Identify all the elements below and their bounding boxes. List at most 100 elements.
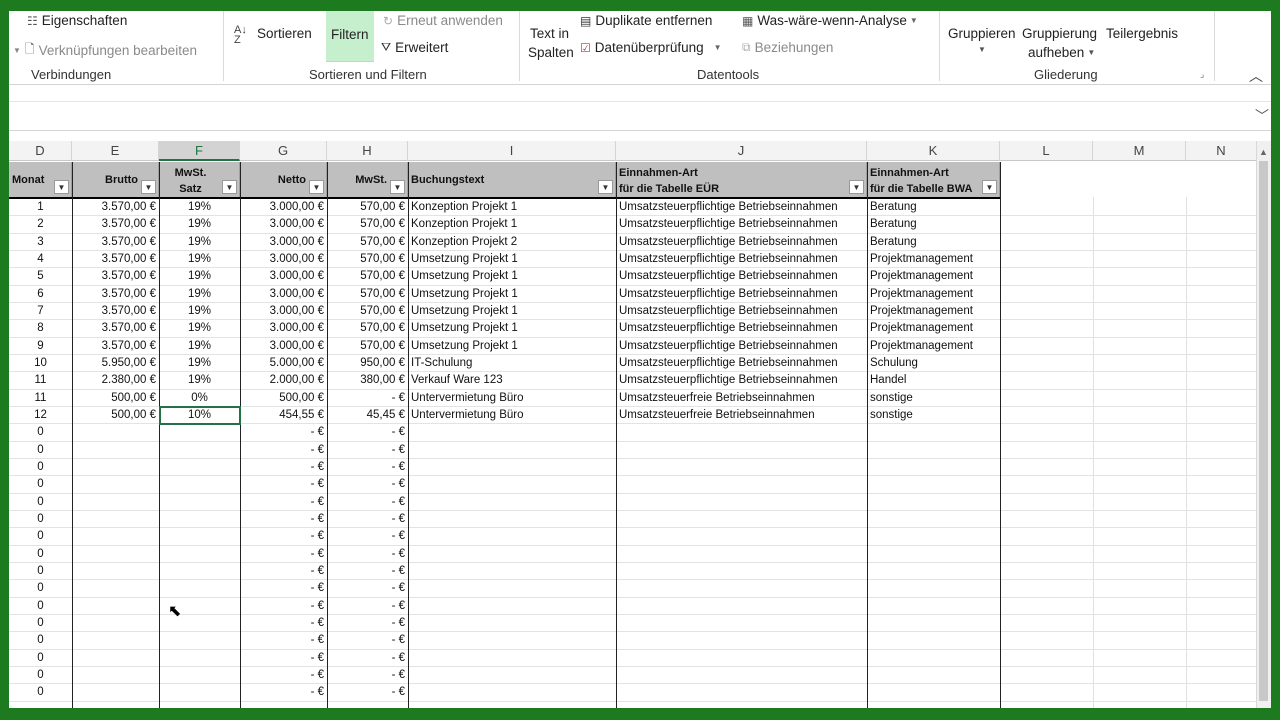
cell-text[interactable] — [408, 442, 616, 459]
cell-empty[interactable] — [1093, 303, 1186, 321]
cell-netto[interactable]: - € — [240, 476, 327, 494]
cell-euer[interactable] — [616, 546, 867, 563]
eigenschaften-button[interactable]: ☷ Eigenschaften — [27, 13, 127, 28]
cell-empty[interactable] — [1000, 494, 1093, 511]
cell-monat[interactable]: 8 — [9, 320, 72, 338]
cell-text[interactable]: Konzeption Projekt 1 — [408, 199, 616, 217]
cell-empty[interactable] — [1186, 667, 1257, 685]
cell-bwa[interactable] — [867, 632, 1000, 650]
cell-empty[interactable] — [1000, 372, 1093, 390]
cell-empty[interactable] — [1186, 407, 1257, 425]
cell-satz[interactable] — [159, 494, 240, 511]
cell-monat[interactable]: 0 — [9, 494, 72, 511]
column-header-h[interactable]: H — [327, 141, 408, 161]
cell-mwst[interactable]: 570,00 € — [327, 234, 408, 251]
cell-mwst[interactable]: 570,00 € — [327, 199, 408, 217]
cell-mwst[interactable]: - € — [327, 511, 408, 529]
cell-empty[interactable] — [1186, 546, 1257, 563]
cell-empty[interactable] — [1000, 563, 1093, 581]
cell-euer[interactable] — [616, 476, 867, 494]
cell-empty[interactable] — [1186, 442, 1257, 459]
cell-empty[interactable] — [1000, 320, 1093, 338]
cell-monat[interactable]: 1 — [9, 199, 72, 217]
cell-empty[interactable] — [1000, 511, 1093, 529]
cell-text[interactable] — [408, 424, 616, 442]
cell-euer[interactable]: Umsatzsteuerpflichtige Betriebseinnahmen — [616, 338, 867, 355]
cell-euer[interactable] — [616, 442, 867, 459]
cell-empty[interactable] — [1186, 632, 1257, 650]
cell-euer[interactable]: Umsatzsteuerfreie Betriebseinnahmen — [616, 390, 867, 407]
cell-mwst[interactable]: 570,00 € — [327, 303, 408, 321]
cell-empty[interactable] — [1093, 251, 1186, 269]
cell-bwa[interactable]: Projektmanagement — [867, 303, 1000, 321]
sort-az-button[interactable]: A↓ Z — [234, 25, 248, 46]
cell-text[interactable] — [408, 650, 616, 667]
cell-bwa[interactable] — [867, 424, 1000, 442]
cell-empty[interactable] — [1000, 476, 1093, 494]
cell-brutto[interactable] — [72, 546, 159, 563]
column-header-i[interactable]: I — [408, 141, 616, 161]
cell-satz[interactable] — [159, 580, 240, 598]
cell-satz[interactable] — [159, 442, 240, 459]
cell-monat[interactable]: 10 — [9, 355, 72, 373]
gruppieren-button[interactable]: Gruppieren — [948, 26, 1016, 41]
cell-monat[interactable]: 2 — [9, 216, 72, 234]
cell-bwa[interactable] — [867, 650, 1000, 667]
cell-empty[interactable] — [1186, 199, 1257, 217]
cell-text[interactable]: Umsetzung Projekt 1 — [408, 251, 616, 269]
cell-mwst[interactable]: 950,00 € — [327, 355, 408, 373]
cell-satz[interactable]: 19% — [159, 338, 240, 355]
filter-dropdown-icon[interactable]: ▼ — [598, 180, 613, 194]
cell-text[interactable]: IT-Schulung — [408, 355, 616, 373]
cell-netto[interactable]: - € — [240, 494, 327, 511]
cell-brutto[interactable]: 5.950,00 € — [72, 355, 159, 373]
gruppierung-aufheben-label-line2[interactable]: aufheben ▼ — [1028, 45, 1095, 60]
cell-text[interactable] — [408, 598, 616, 615]
cell-bwa[interactable] — [867, 580, 1000, 598]
cell-text[interactable]: Umsetzung Projekt 1 — [408, 338, 616, 355]
cell-monat[interactable]: 0 — [9, 632, 72, 650]
cell-brutto[interactable]: 3.570,00 € — [72, 320, 159, 338]
cell-empty[interactable] — [1093, 407, 1186, 425]
cell-bwa[interactable] — [867, 476, 1000, 494]
filter-dropdown-icon[interactable]: ▼ — [222, 180, 237, 194]
cell-empty[interactable] — [1000, 390, 1093, 407]
cell-empty[interactable] — [1093, 216, 1186, 234]
cell-bwa[interactable]: Beratung — [867, 199, 1000, 217]
cell-bwa[interactable] — [867, 615, 1000, 633]
cell-bwa[interactable] — [867, 494, 1000, 511]
column-header-k[interactable]: K — [867, 141, 1000, 161]
cell-empty[interactable] — [1000, 580, 1093, 598]
cell-empty[interactable] — [1186, 650, 1257, 667]
cell-netto[interactable]: - € — [240, 424, 327, 442]
cell-monat[interactable]: 3 — [9, 234, 72, 251]
cell-empty[interactable] — [1186, 563, 1257, 581]
gruppierung-aufheben-button[interactable]: Gruppierung — [1022, 26, 1097, 41]
cell-empty[interactable] — [1093, 286, 1186, 303]
cell-empty[interactable] — [1093, 390, 1186, 407]
cell-brutto[interactable] — [72, 580, 159, 598]
cell-empty[interactable] — [1093, 372, 1186, 390]
cell-empty[interactable] — [1186, 511, 1257, 529]
cell-brutto[interactable] — [72, 476, 159, 494]
filtern-button[interactable]: Filtern — [326, 11, 374, 62]
cell-bwa[interactable]: Beratung — [867, 234, 1000, 251]
cell-empty[interactable] — [1093, 442, 1186, 459]
cell-brutto[interactable] — [72, 667, 159, 685]
cell-text[interactable] — [408, 476, 616, 494]
cell-mwst[interactable]: - € — [327, 667, 408, 685]
cell-satz[interactable]: 19% — [159, 199, 240, 217]
cell-empty[interactable] — [1186, 251, 1257, 269]
filter-dropdown-icon[interactable]: ▼ — [141, 180, 156, 194]
cell-empty[interactable] — [1093, 234, 1186, 251]
cell-brutto[interactable]: 3.570,00 € — [72, 303, 159, 321]
cell-empty[interactable] — [1000, 268, 1093, 286]
cell-empty[interactable] — [1000, 338, 1093, 355]
cell-mwst[interactable]: - € — [327, 580, 408, 598]
cell-empty[interactable] — [1000, 632, 1093, 650]
filter-dropdown-icon[interactable]: ▼ — [982, 180, 997, 194]
cell-euer[interactable]: Umsatzsteuerpflichtige Betriebseinnahmen — [616, 372, 867, 390]
cell-euer[interactable] — [616, 580, 867, 598]
cell-euer[interactable]: Umsatzsteuerpflichtige Betriebseinnahmen — [616, 286, 867, 303]
cell-bwa[interactable] — [867, 598, 1000, 615]
